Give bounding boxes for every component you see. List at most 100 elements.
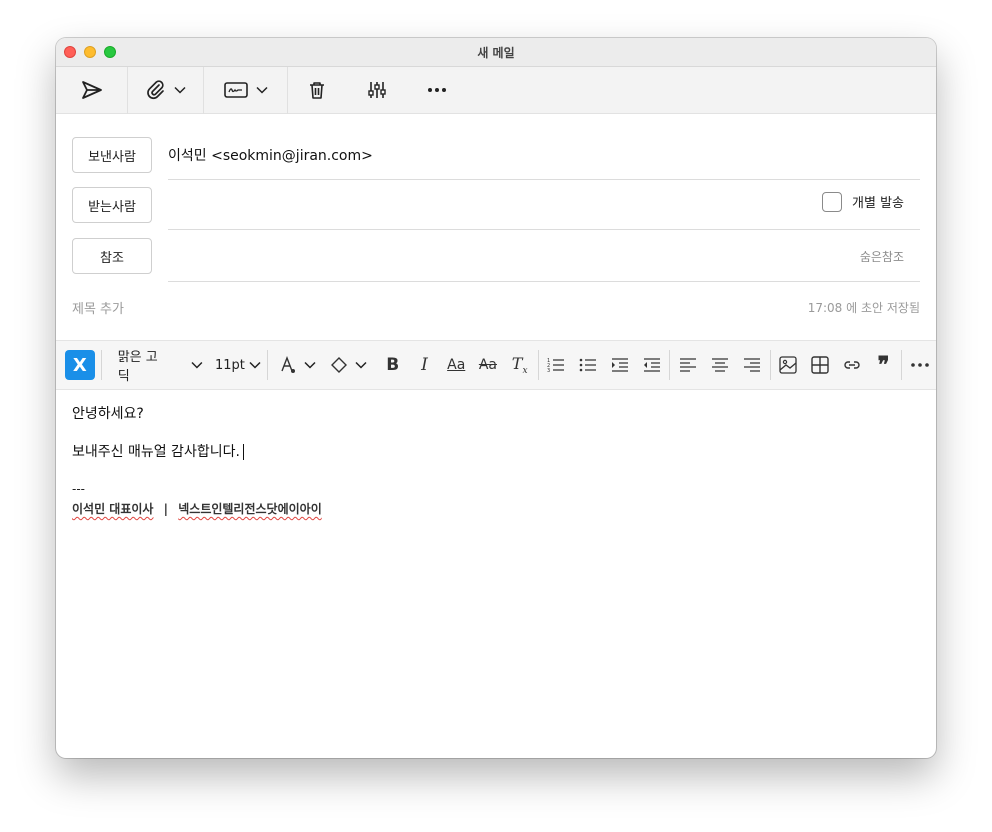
indent-button[interactable]	[604, 349, 636, 381]
bullet-list-icon	[579, 358, 597, 372]
signature-button[interactable]	[204, 66, 288, 114]
from-row: 보낸사람 이석민 <seokmin@jiran.com>	[72, 130, 920, 180]
bold-icon: B	[386, 355, 400, 375]
signature-company: 넥스트인텔리전스닷에이아이	[178, 502, 322, 516]
body-line: 안녕하세요?	[72, 406, 144, 422]
signature-divider: ---	[72, 482, 85, 496]
font-size-value: 11pt	[214, 357, 245, 373]
indent-icon	[611, 358, 628, 372]
title-bar: 새 메일	[56, 38, 936, 67]
attach-button[interactable]	[128, 66, 204, 114]
cc-input[interactable]: 숨은참조	[168, 232, 920, 282]
chevron-down-icon	[255, 86, 268, 94]
clear-format-icon: Tx	[511, 353, 528, 377]
attach-icon	[146, 80, 164, 100]
editor-toolbar: X 맑은 고딕 11pt B I Aa Aa Tx 123 ❞	[56, 340, 936, 390]
link-icon	[844, 361, 860, 369]
delete-button[interactable]	[288, 67, 346, 114]
to-input[interactable]: 개별 발송	[168, 174, 920, 230]
chevron-down-icon	[191, 362, 203, 369]
chevron-down-icon	[173, 86, 186, 94]
chevron-down-icon	[304, 361, 316, 369]
font-family-select[interactable]: 맑은 고딕	[118, 346, 203, 384]
window-title: 새 메일	[477, 45, 515, 60]
align-left-button[interactable]	[672, 349, 704, 381]
insert-table-button[interactable]	[804, 349, 836, 381]
clear-format-button[interactable]: Tx	[504, 349, 536, 381]
signature-icon	[223, 82, 248, 98]
draft-saved-status: 17:08 에 초안 저장됨	[807, 300, 920, 315]
options-button[interactable]	[346, 67, 408, 114]
quote-icon: ❞	[877, 352, 890, 378]
message-body[interactable]: 안녕하세요? 보내주신 매뉴얼 감사합니다. --- 이석민 대표이사 | 넥스…	[72, 404, 920, 517]
outdent-icon	[643, 358, 660, 372]
from-value: 이석민 <seokmin@jiran.com>	[168, 147, 373, 164]
align-center-button[interactable]	[704, 349, 736, 381]
bcc-button[interactable]: 숨은참조	[860, 248, 904, 265]
text-cursor	[242, 444, 244, 460]
window-controls	[64, 46, 116, 58]
divider	[901, 350, 903, 380]
body-line: 보내주신 매뉴얼 감사합니다.	[72, 442, 920, 462]
font-color-button[interactable]	[274, 349, 322, 381]
send-button[interactable]	[56, 66, 128, 114]
divider	[100, 350, 102, 380]
divider	[266, 350, 268, 380]
align-center-icon	[711, 358, 728, 372]
highlight-button[interactable]	[321, 349, 377, 381]
strikethrough-icon: Aa	[478, 357, 497, 373]
individual-send-toggle[interactable]: 개별 발송	[822, 191, 904, 212]
insert-image-button[interactable]	[772, 349, 804, 381]
svg-text:3: 3	[547, 368, 550, 373]
more-button[interactable]	[408, 67, 466, 114]
minimize-window-button[interactable]	[84, 46, 96, 58]
image-icon	[779, 356, 797, 374]
close-window-button[interactable]	[64, 46, 76, 58]
mail-headers: 보낸사람 이석민 <seokmin@jiran.com> 받는사람 개별 발송 …	[56, 114, 936, 340]
subject-row: 제목 추가 17:08 에 초안 저장됨	[72, 292, 920, 322]
cc-button[interactable]: 참조	[72, 238, 152, 274]
individual-send-checkbox[interactable]	[822, 191, 843, 212]
blockquote-button[interactable]: ❞	[868, 349, 900, 381]
highlight-icon	[331, 357, 348, 373]
compose-window: 새 메일 보낸사람 이석민 <seokmin@jiran.com> 받는사람 개…	[56, 38, 936, 758]
send-icon	[81, 81, 102, 99]
options-icon	[368, 82, 386, 98]
align-left-icon	[680, 358, 697, 372]
signature: 이석민 대표이사 | 넥스트인텔리전스닷에이아이	[72, 500, 920, 517]
body-text: 보내주신 매뉴얼 감사합니다.	[72, 444, 240, 460]
ordered-list-icon: 123	[547, 358, 565, 373]
signature-name: 이석민 대표이사	[72, 502, 154, 516]
align-right-button[interactable]	[736, 349, 768, 381]
table-icon	[811, 356, 829, 374]
strikethrough-button[interactable]: Aa	[472, 349, 504, 381]
main-toolbar	[56, 66, 936, 114]
divider	[769, 350, 771, 380]
italic-button[interactable]: I	[409, 349, 441, 381]
to-button[interactable]: 받는사람	[72, 187, 152, 223]
signature-separator: |	[163, 502, 169, 516]
maximize-window-button[interactable]	[104, 46, 116, 58]
individual-send-label: 개별 발송	[852, 196, 904, 211]
bold-button[interactable]: B	[377, 349, 409, 381]
more-icon	[911, 363, 930, 367]
subject-input[interactable]: 제목 추가	[72, 298, 124, 317]
editor-more-button[interactable]	[904, 349, 936, 381]
divider	[669, 350, 671, 380]
align-right-icon	[743, 358, 760, 372]
cc-row: 참조 숨은참조	[72, 230, 920, 282]
insert-link-button[interactable]	[836, 349, 868, 381]
font-size-select[interactable]: 11pt	[215, 358, 261, 373]
from-field[interactable]: 이석민 <seokmin@jiran.com>	[168, 130, 920, 180]
font-color-icon	[280, 356, 295, 373]
to-row: 받는사람 개별 발송	[72, 180, 920, 230]
divider	[537, 350, 539, 380]
from-button[interactable]: 보낸사람	[72, 137, 152, 173]
underline-icon: Aa	[447, 357, 466, 373]
underline-button[interactable]: Aa	[440, 349, 472, 381]
app-logo-icon[interactable]: X	[65, 350, 95, 380]
font-family-value: 맑은 고딕	[117, 350, 158, 384]
ordered-list-button[interactable]: 123	[540, 349, 572, 381]
bullet-list-button[interactable]	[572, 349, 604, 381]
outdent-button[interactable]	[636, 349, 668, 381]
